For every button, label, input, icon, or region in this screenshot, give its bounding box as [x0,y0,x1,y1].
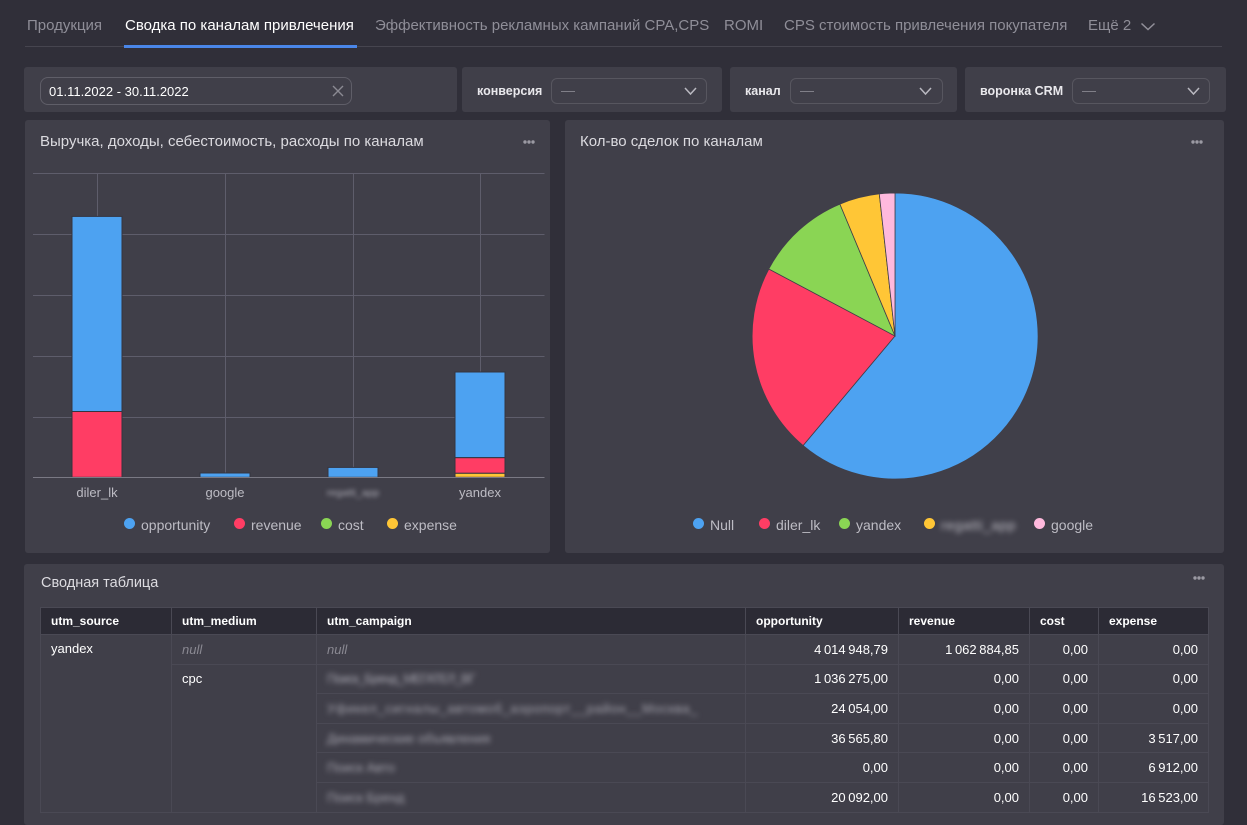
svg-text:google: google [205,485,244,500]
svg-text:diler_lk: diler_lk [76,485,118,500]
svg-text:yandex: yandex [459,485,501,500]
svg-text:regatti_app: regatti_app [327,487,380,499]
